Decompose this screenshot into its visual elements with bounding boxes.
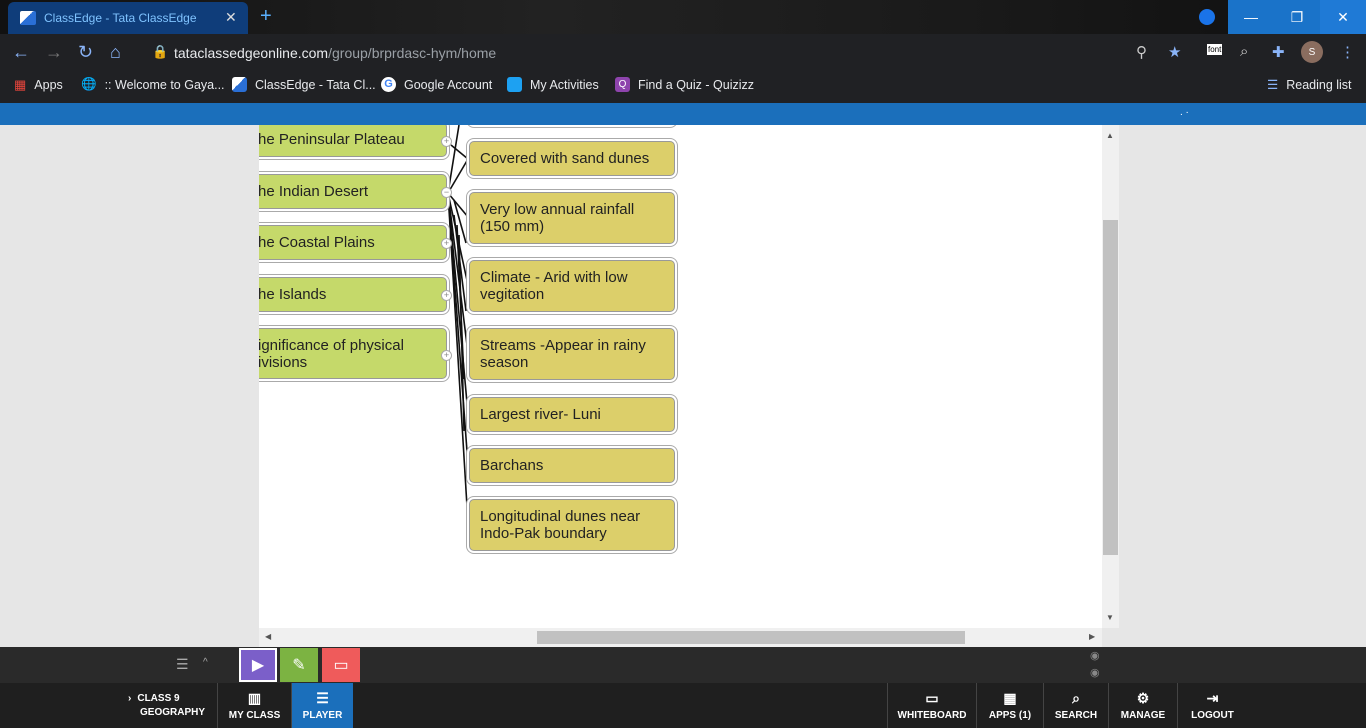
vertical-scroll-thumb[interactable] xyxy=(1103,220,1118,555)
home-icon[interactable]: ⌂ xyxy=(110,42,121,63)
bookmark-classedge[interactable]: ClassEdge - Tata Cl... xyxy=(232,77,376,92)
menu-kebab-icon[interactable]: ⋮ xyxy=(1340,43,1355,61)
quizizz-icon: Q xyxy=(615,77,630,92)
zoom-icon[interactable]: ⚲ xyxy=(1136,43,1147,61)
search-extension-icon[interactable]: ⌕ xyxy=(1240,43,1248,60)
horizontal-scrollbar[interactable]: ◀ ▶ xyxy=(259,628,1102,647)
logout-icon: ⇥ xyxy=(1206,690,1219,706)
node-peninsular-plateau[interactable]: he Peninsular Plateau xyxy=(259,125,447,157)
browser-toolbar: ← → ↻ ⌂ 🔒 tataclassedgeonline.com/group/… xyxy=(0,34,1366,70)
classedge-icon xyxy=(232,77,247,92)
bottom-navigation: › CLASS 9 GEOGRAPHY ▥ MY CLASS ☰ PLAYER ▭… xyxy=(0,683,1366,728)
class-selector[interactable]: › CLASS 9 GEOGRAPHY xyxy=(120,683,217,728)
edit-tool-button[interactable]: ✎ xyxy=(280,648,318,682)
scroll-right-icon[interactable]: ▶ xyxy=(1089,632,1095,641)
manage-button[interactable]: ⚙ MANAGE xyxy=(1108,683,1177,728)
presentation-icon: ▭ xyxy=(333,657,349,674)
tab-title: ClassEdge - Tata ClassEdge xyxy=(44,11,197,25)
browser-tab-bar: ClassEdge - Tata ClassEdge ✕ + — ❐ ✕ xyxy=(0,0,1366,34)
lock-icon: 🔒 xyxy=(152,44,169,59)
back-arrow-icon[interactable]: ← xyxy=(12,42,30,63)
node-luni[interactable]: Largest river- Luni xyxy=(469,397,675,432)
bookmark-star-icon[interactable]: ★ xyxy=(1168,43,1181,61)
mindmap-canvas[interactable]: he Peninsular Plateau + he Indian Desert… xyxy=(259,125,1102,628)
play-icon: ▶ xyxy=(251,657,265,674)
dock-next-icon[interactable]: ◉ xyxy=(1090,666,1100,679)
url-path: /group/brprdasc-hym/home xyxy=(328,45,497,61)
minimize-window-icon[interactable]: — xyxy=(1228,0,1274,34)
bookmark-google-account[interactable]: G Google Account xyxy=(381,77,492,92)
node-islands[interactable]: he Islands xyxy=(259,277,447,312)
restore-window-icon[interactable]: ❐ xyxy=(1274,0,1320,34)
classedge-favicon-icon xyxy=(20,11,36,25)
node-indian-desert[interactable]: he Indian Desert xyxy=(259,174,447,209)
player-button[interactable]: ☰ PLAYER xyxy=(291,683,353,728)
logout-button[interactable]: ⇥ LOGOUT xyxy=(1177,683,1247,728)
font-extension-icon[interactable]: font xyxy=(1207,44,1223,55)
horizontal-scroll-thumb[interactable] xyxy=(537,631,965,644)
search-button[interactable]: ⌕ SEARCH xyxy=(1043,683,1108,728)
bookmark-my-activities[interactable]: My Activities xyxy=(507,77,599,92)
chevron-up-icon[interactable]: ^ xyxy=(203,657,208,668)
reading-list[interactable]: ☰ Reading list xyxy=(1267,77,1352,93)
node-climate[interactable]: Climate - Arid with low vegitation xyxy=(469,260,675,312)
address-bar[interactable]: 🔒 tataclassedgeonline.com/group/brprdasc… xyxy=(140,38,1164,66)
node-significance[interactable]: ignificance of physical ivisions xyxy=(259,328,447,379)
extensions-puzzle-icon[interactable]: ✚ xyxy=(1272,43,1285,61)
bookmark-gaya[interactable]: 🌐 :: Welcome to Gaya... xyxy=(81,77,225,92)
apps-grid-icon: ▦ xyxy=(1003,690,1017,706)
presentation-tool-button[interactable]: ▭ xyxy=(322,648,360,682)
scroll-down-icon[interactable]: ▼ xyxy=(1106,613,1114,622)
node-barchans[interactable]: Barchans xyxy=(469,448,675,483)
activities-icon xyxy=(507,77,522,92)
search-icon: ⌕ xyxy=(1072,690,1080,706)
apps-grid-icon: ▦ xyxy=(14,77,27,92)
whiteboard-button[interactable]: ▭ WHITEBOARD xyxy=(887,683,976,728)
app-header-bar: . · xyxy=(0,103,1366,125)
tab-search-icon[interactable] xyxy=(1199,9,1215,25)
scroll-left-icon[interactable]: ◀ xyxy=(265,632,271,641)
google-icon: G xyxy=(381,77,396,92)
vertical-scrollbar[interactable]: ▲ ▼ xyxy=(1102,125,1119,628)
close-window-icon[interactable]: ✕ xyxy=(1320,0,1366,34)
scroll-up-icon[interactable]: ▲ xyxy=(1106,131,1114,140)
node-rainfall[interactable]: Very low annual rainfall (150 mm) xyxy=(469,192,675,244)
node-streams[interactable]: Streams -Appear in rainy season xyxy=(469,328,675,380)
expand-knob-icon[interactable]: + xyxy=(441,238,452,249)
expand-knob-icon[interactable]: + xyxy=(441,290,452,301)
node-coastal-plains[interactable]: he Coastal Plains xyxy=(259,225,447,260)
expand-knob-icon[interactable]: + xyxy=(441,136,452,147)
dock-prev-icon[interactable]: ◉ xyxy=(1090,649,1100,662)
profile-avatar[interactable]: S xyxy=(1301,41,1323,63)
outline-toggle-icon[interactable]: ☰ xyxy=(176,656,189,673)
bookmark-apps[interactable]: ▦ Apps xyxy=(14,77,63,93)
my-class-button[interactable]: ▥ MY CLASS xyxy=(217,683,291,728)
reading-list-icon: ☰ xyxy=(1267,78,1279,92)
node-longitudinal-dunes[interactable]: Longitudinal dunes near Indo-Pak boundar… xyxy=(469,499,675,551)
chevron-right-icon: › xyxy=(128,693,132,704)
player-list-icon: ☰ xyxy=(316,690,329,706)
url-host: tataclassedgeonline.com xyxy=(174,45,329,61)
globe-icon: 🌐 xyxy=(81,77,97,91)
new-tab-icon[interactable]: + xyxy=(260,5,272,28)
node-sand-dunes[interactable]: Covered with sand dunes xyxy=(469,141,675,176)
header-dots: . · xyxy=(1180,107,1189,118)
pencil-icon: ✎ xyxy=(292,657,306,674)
reload-icon[interactable]: ↻ xyxy=(78,42,93,63)
apps-button[interactable]: ▦ APPS (1) xyxy=(976,683,1043,728)
whiteboard-icon: ▭ xyxy=(925,690,939,706)
manage-users-icon: ⚙ xyxy=(1136,690,1150,706)
expand-knob-icon[interactable]: + xyxy=(441,350,452,361)
collapse-knob-icon[interactable]: − xyxy=(441,187,452,198)
play-tool-button[interactable]: ▶ xyxy=(239,648,277,682)
forward-arrow-icon[interactable]: → xyxy=(45,42,63,63)
browser-tab[interactable]: ClassEdge - Tata ClassEdge ✕ xyxy=(8,2,248,34)
books-icon: ▥ xyxy=(247,690,262,706)
bookmarks-bar: ▦ Apps 🌐 :: Welcome to Gaya... ClassEdge… xyxy=(0,70,1366,103)
tool-dock: ☰ ^ ▶ ✎ ▭ ◉ ◉ xyxy=(0,647,1366,683)
bookmark-quizizz[interactable]: Q Find a Quiz - Quizizz xyxy=(615,77,754,92)
tab-close-icon[interactable]: ✕ xyxy=(225,9,237,26)
